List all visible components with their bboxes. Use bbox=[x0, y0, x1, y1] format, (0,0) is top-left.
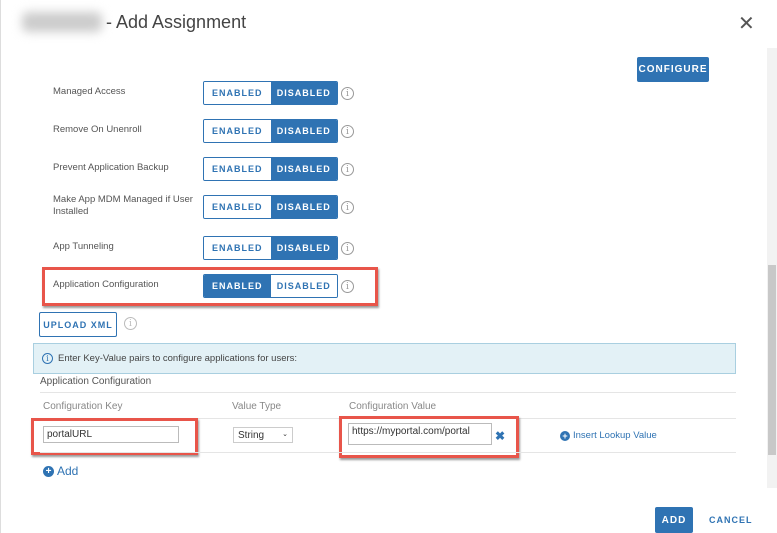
disabled-option[interactable]: DISABLED bbox=[270, 196, 337, 218]
setting-toggle[interactable]: ENABLED DISABLED bbox=[203, 236, 338, 260]
info-icon[interactable]: i bbox=[341, 242, 354, 255]
header-config-key: Configuration Key bbox=[43, 401, 123, 412]
chevron-down-icon: ⌄ bbox=[282, 431, 288, 438]
cancel-button[interactable]: CANCEL bbox=[709, 515, 753, 525]
add-row-link[interactable]: + Add bbox=[43, 464, 78, 478]
scrollbar-thumb[interactable] bbox=[768, 265, 776, 455]
setting-toggle[interactable]: ENABLED DISABLED bbox=[203, 119, 338, 143]
divider bbox=[40, 452, 736, 453]
setting-label: Managed Access bbox=[53, 86, 126, 97]
value-type-value: String bbox=[238, 430, 265, 441]
enabled-option[interactable]: ENABLED bbox=[204, 82, 271, 104]
close-icon[interactable]: ✕ bbox=[738, 11, 755, 36]
setting-label: Make App MDM Managed if User Installed bbox=[53, 194, 193, 217]
info-icon[interactable]: i bbox=[341, 125, 354, 138]
configure-button[interactable]: CONFIGURE bbox=[637, 57, 709, 82]
upload-xml-button[interactable]: UPLOAD XML bbox=[39, 312, 117, 337]
info-icon[interactable]: i bbox=[341, 163, 354, 176]
insert-lookup-label: Insert Lookup Value bbox=[573, 430, 657, 441]
disabled-option[interactable]: DISABLED bbox=[270, 120, 337, 142]
setting-label: Remove On Unenroll bbox=[53, 124, 142, 135]
enabled-option[interactable]: ENABLED bbox=[204, 237, 271, 259]
config-value-textarea[interactable]: https://myportal.com/portal bbox=[348, 423, 492, 445]
disabled-option[interactable]: DISABLED bbox=[270, 82, 337, 104]
setting-toggle[interactable]: ENABLED DISABLED bbox=[203, 81, 338, 105]
setting-toggle[interactable]: ENABLED DISABLED bbox=[203, 195, 338, 219]
value-type-select[interactable]: String ⌄ bbox=[233, 427, 293, 443]
plus-circle-icon: + bbox=[43, 465, 54, 477]
plus-circle-icon: + bbox=[560, 430, 570, 441]
setting-toggle[interactable]: ENABLED DISABLED bbox=[203, 157, 338, 181]
dialog-edge bbox=[0, 0, 1, 533]
setting-label: Prevent Application Backup bbox=[53, 162, 169, 173]
info-icon: i bbox=[42, 353, 53, 364]
highlight-app-config bbox=[42, 267, 378, 306]
setting-label: App Tunneling bbox=[53, 241, 114, 252]
enabled-option[interactable]: ENABLED bbox=[204, 158, 271, 180]
disabled-option[interactable]: DISABLED bbox=[270, 237, 337, 259]
header-config-value: Configuration Value bbox=[349, 401, 437, 412]
enabled-option[interactable]: ENABLED bbox=[204, 196, 271, 218]
add-row-label: Add bbox=[57, 464, 79, 478]
insert-lookup-link[interactable]: + Insert Lookup Value bbox=[560, 430, 657, 441]
info-icon[interactable]: i bbox=[341, 201, 354, 214]
disabled-option[interactable]: DISABLED bbox=[270, 158, 337, 180]
section-title: Application Configuration bbox=[40, 376, 152, 387]
app-name-redacted bbox=[22, 12, 102, 32]
info-icon[interactable]: i bbox=[124, 317, 137, 330]
enabled-option[interactable]: ENABLED bbox=[204, 120, 271, 142]
info-banner: i Enter Key-Value pairs to configure app… bbox=[33, 343, 736, 374]
remove-icon[interactable]: ✖ bbox=[495, 429, 505, 443]
info-icon[interactable]: i bbox=[341, 87, 354, 100]
config-key-input[interactable]: portalURL bbox=[43, 426, 179, 443]
add-button[interactable]: ADD bbox=[655, 507, 693, 533]
header-value-type: Value Type bbox=[232, 401, 282, 412]
divider bbox=[40, 392, 736, 393]
dialog-title: - Add Assignment bbox=[106, 12, 247, 32]
info-banner-text: Enter Key-Value pairs to configure appli… bbox=[58, 353, 298, 364]
